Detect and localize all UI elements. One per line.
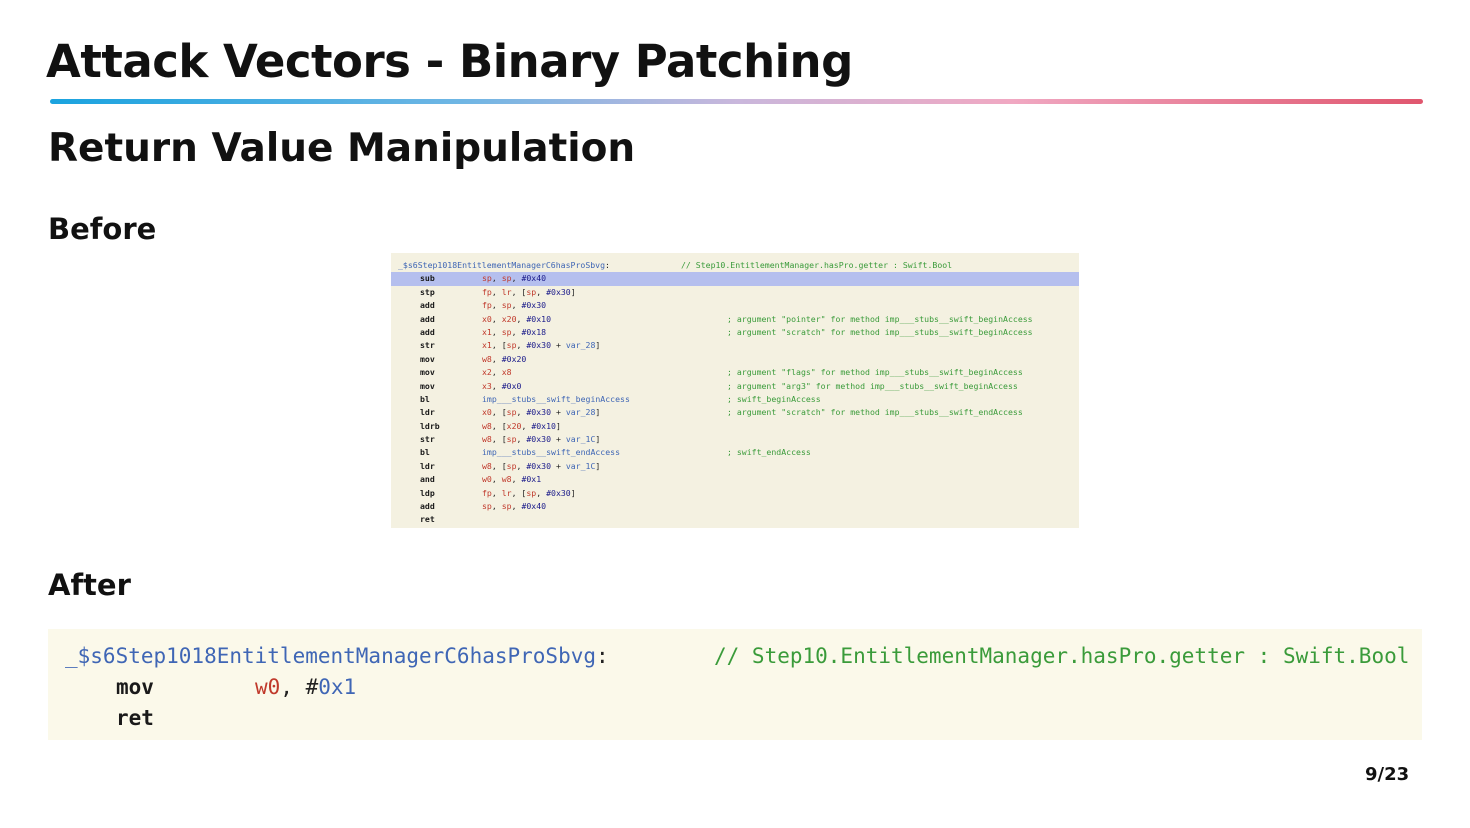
- disasm-line: ldr w8, [sp, #0x30 + var_1C]: [391, 460, 1079, 473]
- operands: x3, #0x0: [482, 380, 522, 391]
- operands: fp, lr, [sp, #0x30]: [482, 286, 576, 297]
- disasm-line: bl imp___stubs__swift_beginAccess ; swift_…: [391, 393, 1079, 406]
- disasm-line: ldrb w8, [x20, #0x10]: [391, 420, 1079, 433]
- function-symbol: _$s6Step1018EntitlementManagerC6hasProSb…: [398, 260, 610, 270]
- disasm-line: add x1, sp, #0x18 ; argument "scratch" for…: [391, 326, 1079, 339]
- operands: x2, x8: [482, 367, 512, 378]
- disasm-line: and w0, w8, #0x1: [391, 473, 1079, 486]
- operands: imp___stubs__swift_beginAccess: [482, 393, 630, 404]
- line-comment: ; argument "flags" for method imp___stub…: [727, 367, 1023, 378]
- mnemonic: bl: [420, 393, 430, 404]
- mnemonic: ret: [420, 514, 435, 525]
- mnemonic: str: [420, 340, 435, 351]
- mnemonic: bl: [420, 447, 430, 458]
- disasm-line: mov x3, #0x0 ; argument "arg3" for method …: [391, 380, 1079, 393]
- disasm-line: ret: [391, 513, 1079, 526]
- disasm-line: ldp fp, lr, [sp, #0x30]: [391, 487, 1079, 500]
- operands: x1, sp, #0x18: [482, 326, 547, 337]
- mnemonic: ldr: [420, 407, 435, 418]
- title-gradient-rule: [50, 99, 1423, 104]
- section-heading: Return Value Manipulation: [48, 126, 636, 171]
- slide-title: Attack Vectors - Binary Patching: [46, 35, 853, 88]
- function-symbol: _$s6Step1018EntitlementManagerC6hasProSb…: [65, 644, 609, 668]
- line-comment: ; argument "scratch" for method imp___st…: [727, 407, 1023, 418]
- mnemonic: mov: [116, 675, 154, 699]
- disasm-line: add fp, sp, #0x30: [391, 299, 1079, 312]
- operands: w8, [sp, #0x30 + var_1C]: [482, 460, 601, 471]
- mnemonic: add: [420, 313, 435, 324]
- mnemonic: mov: [420, 353, 435, 364]
- page-number: 9/23: [1365, 764, 1410, 785]
- mnemonic: stp: [420, 286, 435, 297]
- after-header-line: _$s6Step1018EntitlementManagerC6hasProSb…: [48, 641, 1422, 672]
- operands: w8, #0x20: [482, 353, 527, 364]
- before-disassembly-panel: _$s6Step1018EntitlementManagerC6hasProSb…: [391, 253, 1079, 528]
- mnemonic: str: [420, 434, 435, 445]
- disasm-line: add x0, x20, #0x10 ; argument "pointer" fo…: [391, 313, 1079, 326]
- mnemonic: add: [420, 300, 435, 311]
- disasm-line: str x1, [sp, #0x30 + var_28]: [391, 339, 1079, 352]
- disasm-line: ldr x0, [sp, #0x30 + var_28] ; argument "s…: [391, 406, 1079, 419]
- disasm-line: stp fp, lr, [sp, #0x30]: [391, 286, 1079, 299]
- after-code-block: _$s6Step1018EntitlementManagerC6hasProSb…: [48, 629, 1422, 740]
- disasm-line: str w8, [sp, #0x30 + var_1C]: [391, 433, 1079, 446]
- operands: w8, [sp, #0x30 + var_1C]: [482, 434, 601, 445]
- mnemonic: ldp: [420, 487, 435, 498]
- disasm-header: _$s6Step1018EntitlementManagerC6hasProSb…: [391, 259, 1079, 272]
- mnemonic: and: [420, 474, 435, 485]
- line-comment: ; argument "scratch" for method imp___st…: [727, 326, 1033, 337]
- operands: x0, x20, #0x10: [482, 313, 552, 324]
- operands: x1, [sp, #0x30 + var_28]: [482, 340, 601, 351]
- mnemonic: ldrb: [420, 420, 440, 431]
- operands: sp, sp, #0x40: [482, 273, 547, 284]
- operands: x0, [sp, #0x30 + var_28]: [482, 407, 601, 418]
- operands: w0, w8, #0x1: [482, 474, 542, 485]
- disasm-line: sub sp, sp, #0x40: [391, 272, 1079, 286]
- mnemonic: ret: [116, 706, 154, 730]
- after-label: After: [48, 568, 131, 602]
- disasm-line: mov x2, x8 ; argument "flags" for method i…: [391, 366, 1079, 379]
- operands: sp, sp, #0x40: [482, 501, 547, 512]
- operands: imp___stubs__swift_endAccess: [482, 447, 621, 458]
- operands: fp, sp, #0x30: [482, 300, 547, 311]
- before-label: Before: [48, 212, 157, 246]
- operands: w0, #0x1: [255, 675, 357, 699]
- mnemonic: mov: [420, 380, 435, 391]
- line-comment: ; swift_endAccess: [727, 447, 811, 458]
- mnemonic: add: [420, 326, 435, 337]
- disasm-line: add sp, sp, #0x40: [391, 500, 1079, 513]
- disasm-line: mov w8, #0x20: [391, 353, 1079, 366]
- after-code-line: mov w0, #0x1: [48, 672, 1422, 703]
- function-comment: // Step10.EntitlementManager.hasPro.gett…: [681, 260, 953, 270]
- mnemonic: sub: [420, 273, 435, 284]
- line-comment: ; argument "arg3" for method imp___stubs…: [727, 380, 1018, 391]
- mnemonic: add: [420, 501, 435, 512]
- mnemonic: mov: [420, 367, 435, 378]
- disasm-lines: sub sp, sp, #0x40 stp fp, lr, [sp, #0x30] ad…: [391, 272, 1079, 526]
- after-code-line: ret: [48, 703, 1422, 734]
- function-comment: // Step10.EntitlementManager.hasPro.gett…: [714, 644, 1410, 668]
- disasm-line: bl imp___stubs__swift_endAccess ; swift_en…: [391, 446, 1079, 459]
- line-comment: ; swift_beginAccess: [727, 393, 821, 404]
- operands: w8, [x20, #0x10]: [482, 420, 561, 431]
- mnemonic: ldr: [420, 460, 435, 471]
- line-comment: ; argument "pointer" for method imp___st…: [727, 313, 1033, 324]
- operands: fp, lr, [sp, #0x30]: [482, 487, 576, 498]
